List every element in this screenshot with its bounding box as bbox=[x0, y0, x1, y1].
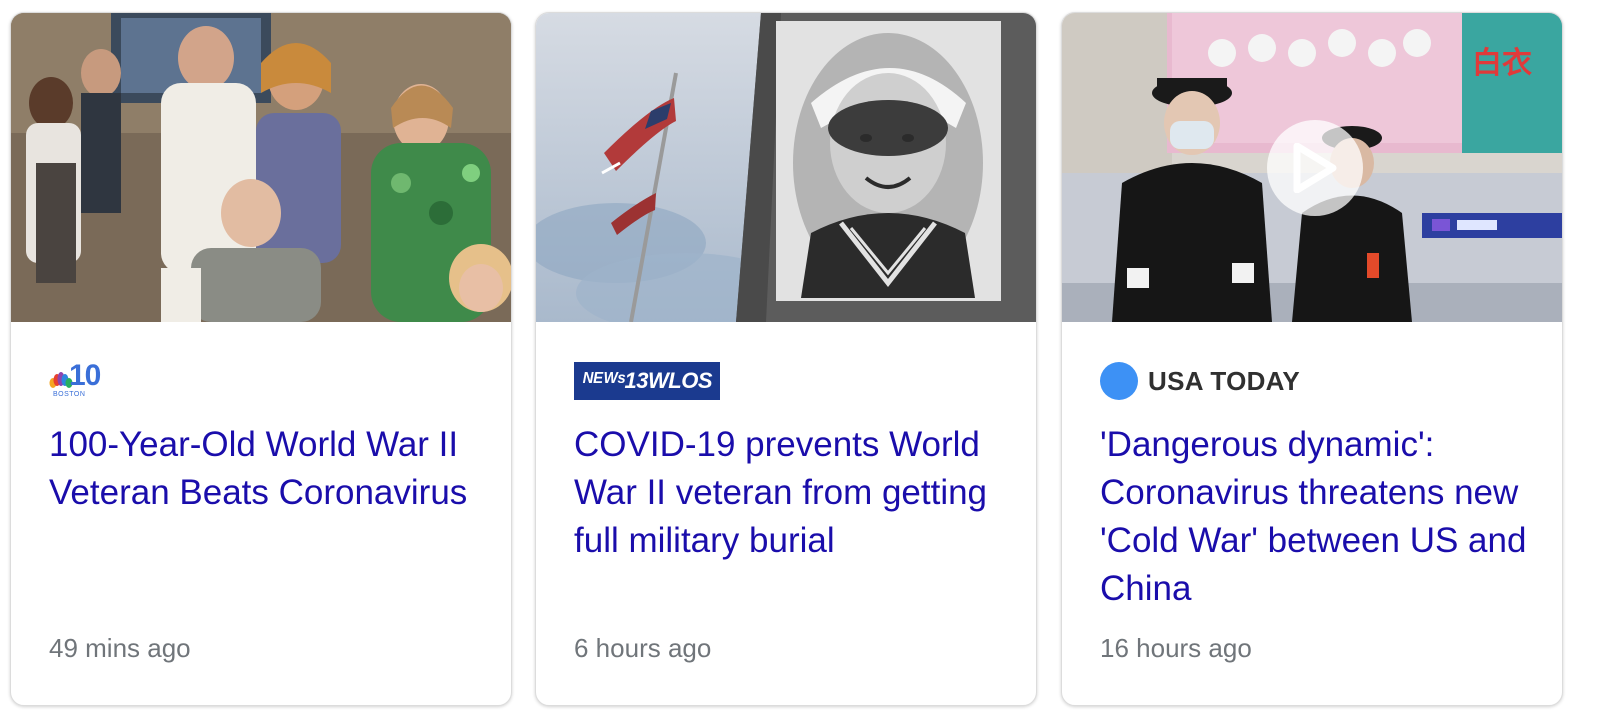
nbc10-boston-logo: 10 BOSTON bbox=[49, 359, 109, 401]
play-icon bbox=[1293, 143, 1337, 193]
logo-number: 10 bbox=[69, 359, 101, 392]
wlos-logo: ᴺᴱᵂˢ13WLOS bbox=[574, 362, 720, 400]
news-thumbnail[interactable] bbox=[536, 13, 1036, 322]
news-carousel: 10 BOSTON 100-Year-Old World War II Vete… bbox=[0, 0, 1600, 724]
logo-city: BOSTON bbox=[53, 391, 86, 398]
usa-today-logo: USA TODAY bbox=[1100, 362, 1300, 400]
news-headline[interactable]: 100-Year-Old World War II Veteran Beats … bbox=[49, 421, 489, 517]
news-timestamp: 49 mins ago bbox=[49, 633, 191, 663]
news-source: ᴺᴱᵂˢ13WLOS bbox=[574, 361, 720, 401]
news-card[interactable]: 10 BOSTON 100-Year-Old World War II Vete… bbox=[10, 12, 512, 706]
play-video-button[interactable] bbox=[1267, 120, 1363, 216]
news-source: USA TODAY bbox=[1100, 361, 1300, 401]
news-timestamp: 6 hours ago bbox=[574, 633, 712, 663]
news-thumbnail[interactable] bbox=[11, 13, 511, 322]
usa-today-dot-icon bbox=[1100, 362, 1138, 400]
source-name: USA TODAY bbox=[1148, 365, 1300, 396]
news-timestamp: 16 hours ago bbox=[1100, 633, 1252, 663]
news-card[interactable]: ᴺᴱᵂˢ13WLOS COVID-19 prevents World War I… bbox=[535, 12, 1037, 706]
news-card[interactable]: 白衣 USA TODAY 'Dangerous dynamic': Corona… bbox=[1061, 12, 1563, 706]
news-headline[interactable]: 'Dangerous dynamic': Coronavirus threate… bbox=[1100, 421, 1540, 613]
news-headline[interactable]: COVID-19 prevents World War II veteran f… bbox=[574, 421, 1014, 565]
news-thumbnail[interactable]: 白衣 bbox=[1062, 13, 1562, 322]
screen-sign-text: 白衣 bbox=[1472, 46, 1532, 81]
family-photo-image bbox=[11, 13, 511, 322]
news-source: 10 BOSTON bbox=[49, 359, 109, 401]
sailor-portrait-image bbox=[536, 13, 1036, 322]
